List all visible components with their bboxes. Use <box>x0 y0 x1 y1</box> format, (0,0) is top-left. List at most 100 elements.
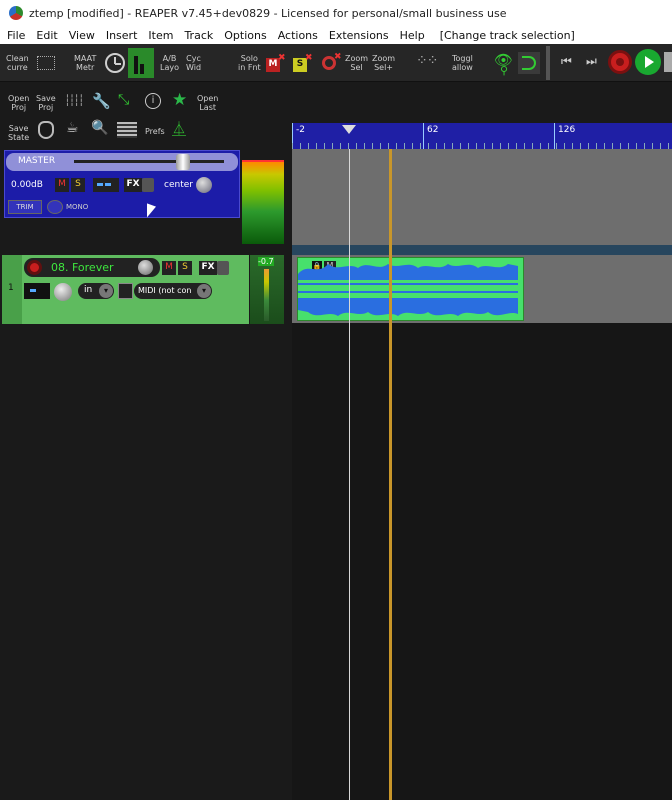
loop-toggle-icon[interactable] <box>518 52 540 74</box>
track-name: 08. Forever <box>51 261 114 274</box>
track-solo-button[interactable]: S <box>178 261 192 275</box>
audio-clip[interactable]: 🔒 M <box>297 257 524 321</box>
record-button[interactable] <box>608 50 632 74</box>
cursor-tool-icon[interactable]: ⤡ <box>118 92 129 108</box>
track-panel[interactable]: 1 08. Forever M S FX in ▾ MIDI (not con … <box>2 255 249 324</box>
track-input-select[interactable]: in ▾ <box>78 283 114 299</box>
document-search-icon[interactable]: 🔍 <box>91 120 108 136</box>
cycle-width-button[interactable]: Cyc Wid <box>186 54 201 72</box>
track-record-arm-icon[interactable] <box>27 260 42 275</box>
menu-view[interactable]: View <box>69 29 95 42</box>
track-midi-select[interactable]: MIDI (not con ▾ <box>134 283 212 299</box>
meter-bars-icon[interactable] <box>128 48 154 78</box>
save-project-button[interactable]: Save Proj <box>36 94 56 112</box>
clean-current-button[interactable]: Clean curre <box>6 54 29 72</box>
ruler-label-mid: 62 <box>427 125 439 135</box>
solo-in-front-button[interactable]: Solo in Fnt <box>238 54 261 72</box>
track-number: 1 <box>8 283 14 293</box>
master-volume-slider-handle[interactable] <box>176 154 190 170</box>
track-fx-bypass-icon[interactable] <box>217 261 229 275</box>
master-fx-button[interactable]: FX <box>124 178 142 192</box>
master-solo-button[interactable]: S <box>71 178 85 192</box>
menu-track[interactable]: Track <box>184 29 213 42</box>
input-chevron-down-icon: ▾ <box>99 284 113 298</box>
envelope-node-icon[interactable]: ⏅ <box>172 119 186 139</box>
zoom-sel-label-1: Zoom <box>345 54 369 63</box>
menu-edit[interactable]: Edit <box>36 29 57 42</box>
master-trim-button[interactable]: TRIM <box>8 200 42 214</box>
track-mute-button[interactable]: M <box>162 261 176 275</box>
go-to-start-icon[interactable]: ⏮ <box>561 54 572 69</box>
cyc-label-2: Wid <box>186 63 202 72</box>
master-track-panel[interactable]: MASTER 0.00dB M S FX center TRIM MONO <box>4 150 240 218</box>
track-name-bar[interactable]: 08. Forever <box>24 258 160 277</box>
ab-layout-button[interactable]: A/B Layo <box>160 54 179 72</box>
track-pan-knob[interactable] <box>54 283 72 301</box>
grid-lines-icon[interactable]: ┆┆┆┆ <box>64 94 84 107</box>
reaper-window: ztemp [modified] - REAPER v7.45+dev0829 … <box>0 0 672 800</box>
play-cursor-line <box>389 149 392 800</box>
ruler-label-start: -2 <box>296 125 305 135</box>
master-volume-value: 0.00dB <box>11 180 43 190</box>
track-volume-knob[interactable] <box>138 260 153 275</box>
record-x-icon: ✖ <box>334 52 342 62</box>
go-to-end-icon[interactable]: ⏭ <box>586 54 597 69</box>
solo-label-2: in Fnt <box>238 63 261 72</box>
menu-extensions[interactable]: Extensions <box>329 29 389 42</box>
master-routing-button[interactable] <box>93 178 119 192</box>
track-meter: -0.7 <box>250 255 284 324</box>
window-title: ztemp [modified] - REAPER v7.45+dev0829 … <box>29 6 507 20</box>
master-mono-icon[interactable] <box>47 200 63 214</box>
save-proj-label-2: Proj <box>38 103 54 112</box>
solo-label-1: Solo <box>240 54 258 63</box>
open-proj-label-2: Proj <box>11 103 27 112</box>
save-proj-label-1: Save <box>36 94 56 103</box>
zoom-sel-plus-button[interactable]: Zoom Sel+ <box>372 54 395 72</box>
master-fx-bypass-icon[interactable] <box>142 178 154 192</box>
menu-help[interactable]: Help <box>400 29 425 42</box>
save-state-button[interactable]: Save State <box>8 124 29 142</box>
play-button[interactable] <box>635 49 661 75</box>
shield-icon[interactable] <box>38 121 54 139</box>
cup-icon[interactable]: ☕ <box>66 120 79 136</box>
selection-box-icon[interactable] <box>37 56 55 70</box>
track-routing-button[interactable] <box>24 283 50 299</box>
master-mute-button[interactable]: M <box>55 178 69 192</box>
timeline-ruler[interactable]: -2 62 126 <box>292 123 672 149</box>
wrench-icon[interactable]: 🔧 <box>92 92 111 110</box>
clock-icon[interactable] <box>105 53 125 73</box>
open-project-button[interactable]: Open Proj <box>8 94 29 112</box>
menu-insert[interactable]: Insert <box>106 29 138 42</box>
grid-dots-icon[interactable]: ⁘⁘ <box>416 53 438 69</box>
menu-options[interactable]: Options <box>224 29 266 42</box>
zoom-selp-label-2: Sel+ <box>374 63 393 72</box>
maat-meter-button[interactable]: MAAT Metr <box>74 54 96 72</box>
menu-item[interactable]: Item <box>148 29 173 42</box>
master-pan-value: center <box>164 180 193 190</box>
open-last-label-1: Open <box>197 94 219 103</box>
node-branch-icon[interactable]: ⚲ <box>500 64 508 77</box>
list-icon[interactable] <box>117 122 137 138</box>
mouse-cursor-icon <box>147 203 156 221</box>
pause-partial-icon[interactable] <box>664 52 672 72</box>
menu-change-track-selection[interactable]: [Change track selection] <box>440 29 575 42</box>
track-fx-button[interactable]: FX <box>199 261 217 275</box>
reaper-logo-icon <box>9 6 23 20</box>
menu-actions[interactable]: Actions <box>278 29 318 42</box>
master-trim-label: TRIM <box>16 203 34 211</box>
open-last-button[interactable]: Open Last <box>197 94 218 112</box>
toolbar-separator <box>546 46 550 80</box>
zoom-sel-button[interactable]: Zoom Sel <box>345 54 368 72</box>
info-icon[interactable]: i <box>145 93 161 109</box>
playhead-marker-icon[interactable] <box>342 125 356 134</box>
toggle-allow-button[interactable]: Toggl allow <box>452 54 473 72</box>
master-pan-knob[interactable] <box>196 177 212 193</box>
save-state-label-2: State <box>8 133 30 142</box>
toggle-label-2: allow <box>452 63 473 72</box>
mute-x-icon: ✖ <box>278 53 286 63</box>
preferences-button[interactable]: Prefs <box>145 127 165 136</box>
menu-file[interactable]: File <box>7 29 25 42</box>
track-number-strip: 1 <box>2 255 22 324</box>
master-volume-slider-track[interactable] <box>74 160 224 163</box>
star-icon[interactable]: ★ <box>172 90 187 110</box>
